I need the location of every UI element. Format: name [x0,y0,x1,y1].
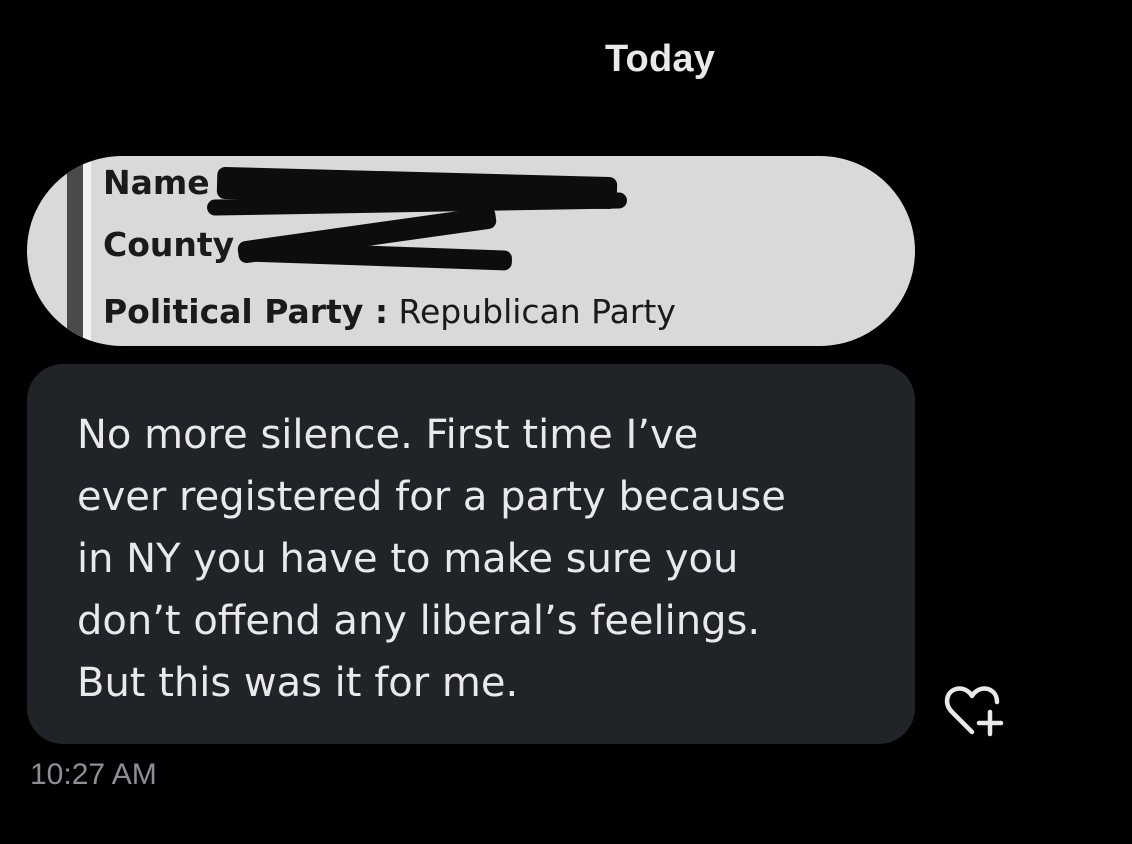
name-label: Name [103,163,210,202]
image-edge-shadow [67,156,83,346]
message-text: No more silence. First time I’ve ever re… [77,412,786,706]
form-line-county: County [103,225,234,264]
form-line-party: Political Party : Republican Party [103,292,676,331]
heart-plus-icon [944,686,1004,737]
react-button[interactable] [942,682,1006,738]
message-bubble[interactable]: No more silence. First time I’ve ever re… [27,364,915,744]
redaction-mark [241,241,513,271]
party-label: Political Party : [103,292,389,331]
form-line-name: Name [103,163,210,202]
date-header: Today [604,38,716,80]
image-edge-highlight [83,156,91,346]
image-attachment[interactable]: Name County Political Party : Republican… [27,156,915,346]
party-value: Republican Party [398,292,676,331]
county-label: County [103,225,235,264]
message-timestamp: 10:27 AM [30,758,157,791]
